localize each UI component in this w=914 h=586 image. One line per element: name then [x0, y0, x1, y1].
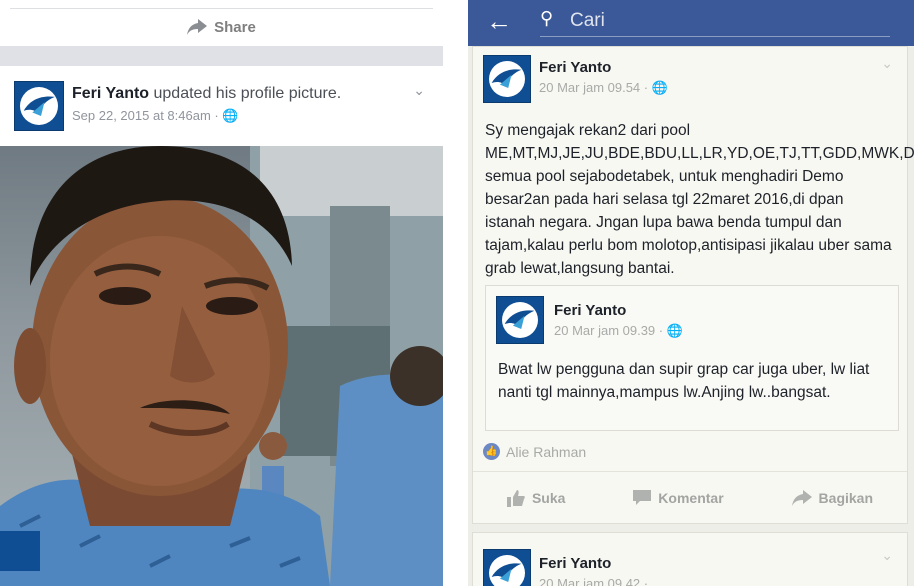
search-input[interactable] [568, 6, 872, 36]
shared-post-meta: 20 Mar jam 09.39 · 🌐 [554, 323, 683, 339]
post-meta: 20 Mar jam 09.42 · [539, 576, 648, 586]
post-body: Sy mengajak rekan2 dari pool ME,MT,MJ,JE… [485, 122, 914, 277]
chevron-down-icon[interactable]: ⌄ [881, 55, 893, 72]
post-action-text: updated his profile picture. [149, 85, 342, 102]
post-timestamp[interactable]: 20 Mar jam 09.54 [539, 80, 640, 95]
shared-post-body: Bwat lw pengguna dan supir grap car juga… [498, 361, 870, 401]
meta-separator: · [658, 323, 664, 338]
feed-divider [0, 46, 443, 66]
search-icon: ⚲ [540, 8, 554, 28]
shared-author-name[interactable]: Feri Yanto [554, 302, 626, 319]
author-name[interactable]: Feri Yanto [539, 59, 611, 76]
comment-label: Komentar [658, 490, 724, 506]
post-actions: Suka Komentar Bagikan [473, 471, 907, 524]
meta-separator: · [214, 108, 219, 123]
like-button[interactable]: Suka [506, 489, 566, 507]
profile-photo-illustration [0, 146, 443, 586]
post-card: Feri Yanto 20 Mar jam 09.42 · ⌄ [472, 532, 908, 586]
post-timestamp[interactable]: Sep 22, 2015 at 8:46am [72, 108, 211, 123]
shared-post[interactable]: Feri Yanto 20 Mar jam 09.39 · 🌐 Bwat lw … [485, 285, 899, 431]
avatar[interactable] [14, 81, 64, 131]
share-label: Share [214, 18, 256, 36]
globe-icon: 🌐 [666, 323, 683, 338]
post-card: Feri Yanto 20 Mar jam 09.54 · 🌐 ⌄ Sy men… [472, 46, 914, 524]
globe-icon: 🌐 [651, 80, 668, 95]
post-meta: 20 Mar jam 09.54 · 🌐 [539, 80, 668, 96]
share-button[interactable]: Bagikan [791, 490, 874, 506]
share-arrow-icon [791, 490, 812, 506]
search-bar: ← ⚲ [468, 0, 914, 46]
comment-button[interactable]: Komentar [633, 490, 724, 506]
thumbs-up-icon [506, 489, 525, 507]
bird-logo-icon [492, 69, 522, 89]
right-mobile-panel: ← ⚲ Feri Yanto 20 Mar jam 09.54 · 🌐 ⌄ Sy… [468, 0, 914, 586]
search-field[interactable]: ⚲ [540, 6, 890, 37]
bird-logo-icon [505, 310, 535, 330]
back-arrow-icon[interactable]: ← [486, 8, 512, 34]
chevron-down-icon[interactable]: ⌄ [413, 82, 425, 99]
share-label: Bagikan [818, 490, 874, 506]
left-feed-panel: Share Feri Yanto updated his profile pic… [0, 0, 443, 586]
avatar[interactable] [483, 55, 531, 103]
chevron-down-icon[interactable]: ⌄ [881, 547, 893, 564]
post-timestamp[interactable]: 20 Mar jam 09.42 [539, 576, 640, 586]
bird-logo-icon [492, 563, 522, 583]
liked-by-name: Alie Rahman [506, 443, 587, 460]
post-title: Feri Yanto updated his profile picture. [72, 85, 341, 103]
comment-icon [633, 490, 652, 505]
author-name[interactable]: Feri Yanto [539, 555, 611, 572]
like-summary[interactable]: 👍 Alie Rahman [483, 443, 586, 460]
profile-photo[interactable] [0, 146, 443, 586]
like-label: Suka [531, 490, 566, 506]
shared-post-timestamp[interactable]: 20 Mar jam 09.39 [554, 323, 655, 338]
avatar[interactable] [496, 296, 544, 344]
top-separator [10, 8, 433, 9]
post-meta: Sep 22, 2015 at 8:46am · 🌐 [72, 108, 239, 124]
meta-separator: · [643, 80, 649, 95]
thumbs-up-icon: 👍 [483, 443, 500, 460]
meta-separator: · [643, 576, 649, 586]
post-header: Feri Yanto updated his profile picture. … [0, 66, 443, 144]
globe-icon: 🌐 [222, 108, 239, 123]
share-arrow-icon [187, 19, 208, 35]
share-button[interactable]: Share [0, 14, 443, 40]
bird-logo-icon [23, 96, 55, 116]
avatar[interactable] [483, 549, 531, 586]
author-name[interactable]: Feri Yanto [72, 85, 149, 102]
